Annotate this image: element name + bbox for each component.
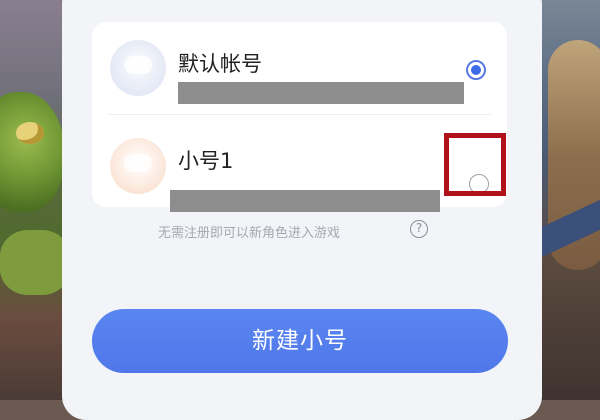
avatar [110,40,166,96]
goblin-eye [16,122,44,144]
avatar-face-icon [124,56,152,74]
account-name: 小号1 [178,149,234,173]
help-icon[interactable]: ? [410,220,428,238]
avatar [110,138,166,194]
highlight-annotation-box [444,133,506,196]
avatar-face-icon [124,154,152,172]
create-alt-account-button[interactable]: 新建小号 [92,309,508,373]
account-row-default[interactable]: 默认帐号 [92,22,507,114]
redacted-account-id [170,190,440,212]
redacted-account-id [178,82,464,104]
account-name: 默认帐号 [178,52,262,76]
hint-text: 无需注册即可以新角色进入游戏 [158,226,341,241]
radio-selected-icon[interactable] [466,60,486,80]
hint-row: 无需注册即可以新角色进入游戏 ? [0,220,600,242]
